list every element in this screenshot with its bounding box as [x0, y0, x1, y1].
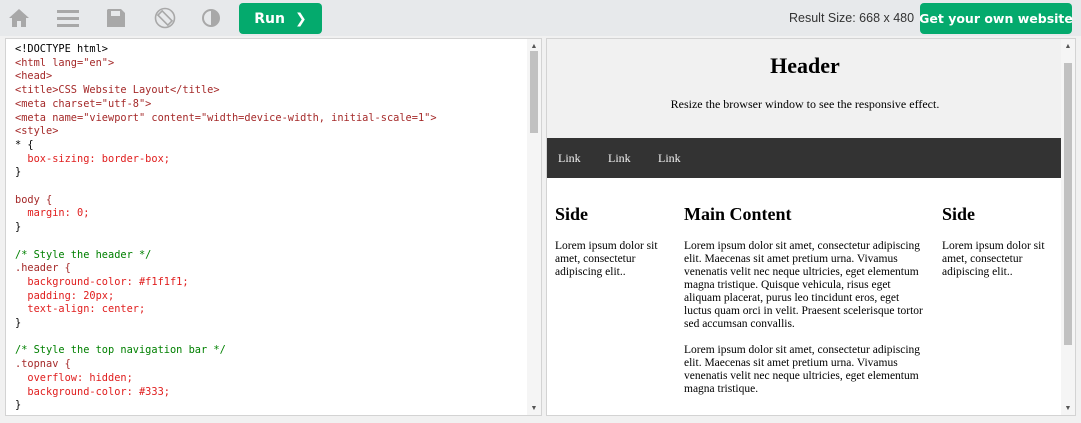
- code-line: }: [15, 399, 22, 412]
- left-side-column: Side Lorem ipsum dolor sit amet, consect…: [555, 204, 667, 279]
- main-content-para-1: Lorem ipsum dolor sit amet, consectetur …: [684, 240, 923, 330]
- code-line: * {: [15, 138, 34, 151]
- run-button[interactable]: Run ❯: [239, 3, 322, 34]
- editor-scroll-thumb[interactable]: [530, 51, 538, 133]
- get-own-website-button[interactable]: Get your own website: [919, 3, 1073, 34]
- main-content-title: Main Content: [684, 204, 792, 224]
- result-scrollbar[interactable]: ▲ ▼: [1061, 39, 1075, 415]
- code-line: <meta name="viewport" content="width=dev…: [15, 111, 437, 124]
- code-line: .topnav {: [15, 358, 71, 371]
- main-content-column: Main Content Lorem ipsum dolor sit amet,…: [684, 204, 926, 396]
- right-side-title: Side: [942, 204, 976, 224]
- code-line: overflow: hidden;: [15, 371, 133, 384]
- contrast-icon[interactable]: [199, 6, 223, 30]
- menu-icon[interactable]: [56, 6, 80, 30]
- code-line: /* Style the header */: [15, 248, 152, 261]
- rotate-icon[interactable]: [153, 6, 177, 30]
- home-icon[interactable]: [7, 6, 31, 30]
- code-line: margin: 0;: [15, 207, 90, 220]
- result-header-text: Resize the browser window to see the res…: [670, 97, 940, 111]
- code-line: /* Style the top navigation bar */: [15, 344, 226, 357]
- code-line: <style>: [15, 125, 59, 138]
- code-line: }: [15, 221, 22, 234]
- left-side-title: Side: [555, 204, 589, 224]
- save-icon[interactable]: [104, 6, 128, 30]
- code-line: background-color: #f1f1f1;: [15, 275, 189, 288]
- scroll-down-icon[interactable]: ▼: [527, 401, 541, 415]
- code-line: }: [15, 166, 22, 179]
- result-header: Header Resize the browser window to see …: [547, 39, 1063, 138]
- right-side-column: Side Lorem ipsum dolor sit amet, consect…: [942, 204, 1060, 279]
- result-pane[interactable]: Header Resize the browser window to see …: [546, 38, 1076, 416]
- editor-scrollbar[interactable]: ▲ ▼: [527, 39, 541, 415]
- code-line: background-color: #333;: [15, 385, 170, 398]
- code-line: .header {: [15, 262, 71, 275]
- code-line: <html lang="en">: [15, 56, 115, 69]
- left-side-text: Lorem ipsum dolor sit amet, consectetur …: [555, 240, 658, 278]
- code-line: }: [15, 317, 22, 330]
- toolbar: Run ❯ Result Size: 668 x 480 Get your ow…: [0, 0, 1081, 36]
- scroll-down-icon[interactable]: ▼: [1061, 401, 1075, 415]
- nav-link[interactable]: Link: [608, 151, 631, 166]
- code-line: padding: 20px;: [15, 289, 115, 302]
- result-scroll-thumb[interactable]: [1064, 63, 1072, 345]
- result-topnav: Link Link Link: [547, 138, 1063, 178]
- result-size-label: Result Size: 668 x 480: [789, 11, 915, 25]
- code-line: <head>: [15, 70, 53, 83]
- right-side-text: Lorem ipsum dolor sit amet, consectetur …: [942, 240, 1045, 278]
- run-button-label: Run: [254, 10, 285, 27]
- code-line: <!DOCTYPE html>: [15, 43, 108, 55]
- nav-link[interactable]: Link: [658, 151, 681, 166]
- result-header-title: Header: [770, 53, 840, 78]
- nav-link[interactable]: Link: [558, 151, 581, 166]
- main-content-para-2: Lorem ipsum dolor sit amet, consectetur …: [684, 344, 921, 395]
- code-line: text-align: center;: [15, 303, 146, 316]
- code-line: <title>CSS Website Layout</title>: [15, 84, 220, 97]
- code-line: box-sizing: border-box;: [15, 152, 170, 165]
- code-line: body {: [15, 193, 53, 206]
- code-editor[interactable]: <!DOCTYPE html> <html lang="en"> <head> …: [5, 38, 542, 416]
- code-text[interactable]: <!DOCTYPE html> <html lang="en"> <head> …: [15, 43, 437, 413]
- chevron-right-icon: ❯: [294, 10, 307, 27]
- code-line: <meta charset="utf-8">: [15, 97, 152, 110]
- scroll-up-icon[interactable]: ▲: [1061, 39, 1075, 53]
